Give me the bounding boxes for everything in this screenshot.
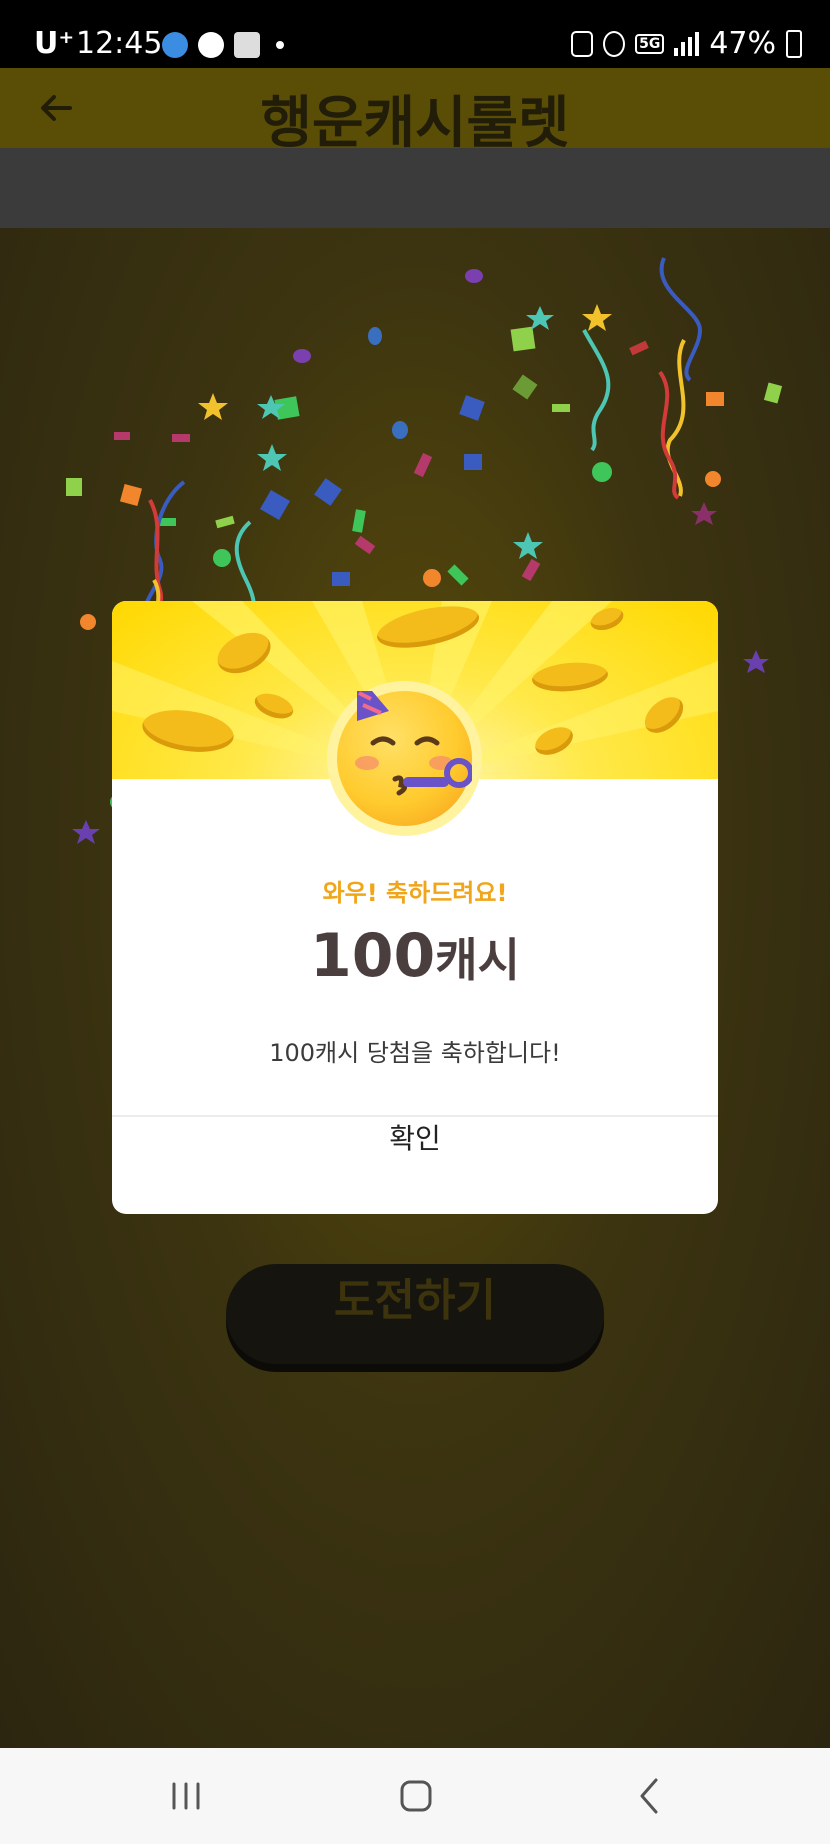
back-icon[interactable] — [620, 1776, 680, 1816]
carrier-label: U⁺ — [34, 26, 75, 61]
prize-message: 100캐시 당첨을 축하합니다! — [269, 1039, 561, 1067]
app-header: 행운캐시룰렛 — [0, 68, 830, 156]
system-status: 5G 47% — [571, 26, 802, 61]
banner-strip — [0, 148, 830, 228]
status-bar: U⁺ 12:45 5G 47% — [0, 0, 830, 68]
challenge-button[interactable]: 도전하기 — [226, 1264, 604, 1364]
alarm-icon — [603, 30, 626, 57]
feather-icon — [234, 32, 260, 58]
signal-icon — [674, 31, 700, 56]
recents-icon[interactable] — [156, 1776, 216, 1816]
battery-icon — [786, 29, 802, 58]
page-title: 행운캐시룰렛 — [260, 91, 570, 156]
confirm-button[interactable]: 확인 — [112, 1117, 718, 1214]
prize-amount: 100캐시 — [112, 921, 718, 991]
home-icon[interactable] — [386, 1776, 446, 1816]
system-nav-bar — [0, 1748, 830, 1844]
globe-icon — [162, 32, 188, 58]
prize-amount-number: 100 — [310, 921, 436, 991]
c-app-icon — [198, 32, 224, 58]
prize-dialog: 와우! 축하드려요! 100캐시 100캐시 당첨을 축하합니다! 확인 — [112, 601, 718, 1214]
congrats-text: 와우! 축하드려요! — [322, 879, 508, 907]
party-face-icon — [355, 673, 474, 796]
more-dot-icon — [276, 41, 284, 49]
recycle-icon — [571, 30, 594, 57]
party-face-emoji — [337, 673, 474, 826]
battery-percent: 47% — [709, 26, 776, 61]
prize-amount-unit: 캐시 — [435, 933, 520, 987]
network-badge: 5G — [635, 33, 665, 54]
notification-icons — [162, 32, 284, 58]
clock: 12:45 — [76, 26, 163, 61]
